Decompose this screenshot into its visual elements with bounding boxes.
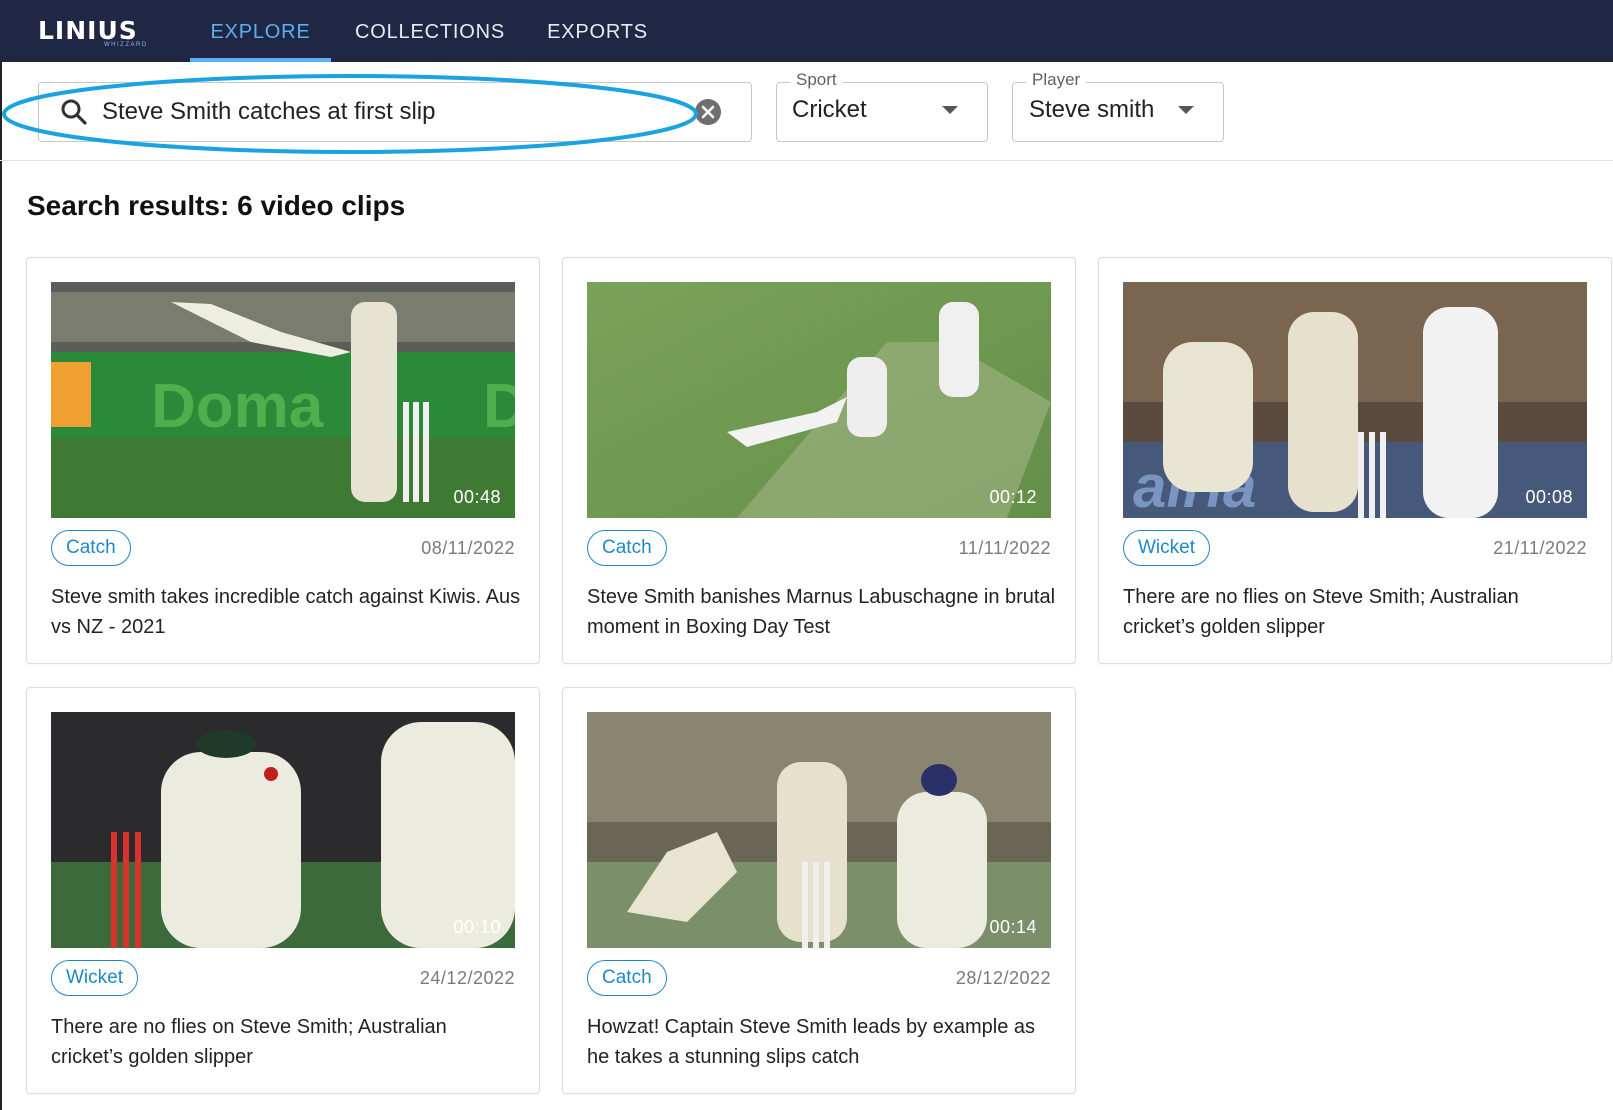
clip-date: 24/12/2022: [419, 968, 515, 988]
clip-title[interactable]: Howzat! Captain Steve Smith leads by exa…: [587, 1012, 1057, 1072]
thumbnail-image-celebration: airia: [1123, 282, 1587, 518]
video-thumbnail[interactable]: Doma D 00:48: [51, 282, 515, 518]
svg-text:D: D: [483, 372, 515, 441]
tab-collections[interactable]: COLLECTIONS: [340, 0, 520, 62]
clip-title[interactable]: There are no flies on Steve Smith; Austr…: [51, 1012, 521, 1072]
player-select-value: Steve smith: [1029, 96, 1155, 123]
clip-tag[interactable]: Wicket: [51, 960, 138, 996]
thumbnail-image-slips-catch: [587, 712, 1051, 948]
video-clip-card[interactable]: airia 00:08 Wicket 21/11/2022 There are …: [1098, 257, 1612, 664]
video-clip-card[interactable]: 00:12 Catch 11/11/2022 Steve Smith banis…: [562, 257, 1076, 664]
clip-tag[interactable]: Catch: [587, 960, 667, 996]
video-duration: 00:48: [453, 487, 501, 507]
clip-title[interactable]: There are no flies on Steve Smith; Austr…: [1123, 582, 1593, 642]
video-thumbnail[interactable]: airia 00:08: [1123, 282, 1587, 518]
sport-select-value: Cricket: [792, 96, 867, 123]
sport-select-label: Sport: [790, 70, 843, 90]
clip-title[interactable]: Steve Smith banishes Marnus Labuschagne …: [587, 582, 1057, 642]
clip-date: 08/11/2022: [421, 538, 515, 558]
player-select-label: Player: [1026, 70, 1087, 90]
clip-tag[interactable]: Catch: [587, 530, 667, 566]
clip-date: 11/11/2022: [958, 538, 1051, 558]
window-edge: [0, 62, 2, 1110]
search-input[interactable]: [102, 94, 672, 130]
video-thumbnail[interactable]: 00:12: [587, 282, 1051, 518]
video-thumbnail[interactable]: 00:10: [51, 712, 515, 948]
filter-divider: [0, 160, 1613, 161]
video-thumbnail[interactable]: 00:14: [587, 712, 1051, 948]
thumbnail-image-catch-celebration: [51, 712, 515, 948]
results-heading: Search results: 6 video clips: [27, 190, 406, 221]
video-duration: 00:08: [1525, 487, 1573, 507]
logo-subtext: WHIZZARD: [104, 42, 148, 48]
active-tab-indicator: [190, 58, 331, 62]
video-clip-card[interactable]: 00:14 Catch 28/12/2022 Howzat! Captain S…: [562, 687, 1076, 1094]
video-duration: 00:12: [989, 487, 1037, 507]
player-dropdown-icon[interactable]: [1178, 106, 1194, 114]
search-icon: [61, 99, 87, 125]
clip-date: 28/12/2022: [955, 968, 1051, 988]
clip-tag[interactable]: Wicket: [1123, 530, 1210, 566]
clear-search-icon[interactable]: [694, 98, 722, 126]
video-duration: 00:10: [453, 917, 501, 937]
video-clip-card[interactable]: 00:10 Wicket 24/12/2022 There are no fli…: [26, 687, 540, 1094]
tab-exports[interactable]: EXPORTS: [530, 0, 665, 62]
thumbnail-image-pitch-dive: [587, 282, 1051, 518]
clip-tag[interactable]: Catch: [51, 530, 131, 566]
logo-text: LINIUS: [38, 16, 138, 45]
svg-text:Doma: Doma: [151, 372, 324, 441]
clip-date: 21/11/2022: [1493, 538, 1587, 558]
clip-title[interactable]: Steve smith takes incredible catch again…: [51, 582, 521, 642]
linius-logo[interactable]: LINIUS WHIZZARD: [38, 14, 158, 48]
video-clip-card[interactable]: Doma D 00:48 Catch 08/11/2022 Steve smit…: [26, 257, 540, 664]
top-nav-bar: LINIUS WHIZZARD EXPLORE COLLECTIONS EXPO…: [0, 0, 1613, 62]
video-duration: 00:14: [989, 917, 1037, 937]
thumbnail-image-catch-dive: Doma D: [51, 282, 515, 518]
sport-dropdown-icon[interactable]: [942, 106, 958, 114]
tab-explore[interactable]: EXPLORE: [190, 0, 331, 62]
